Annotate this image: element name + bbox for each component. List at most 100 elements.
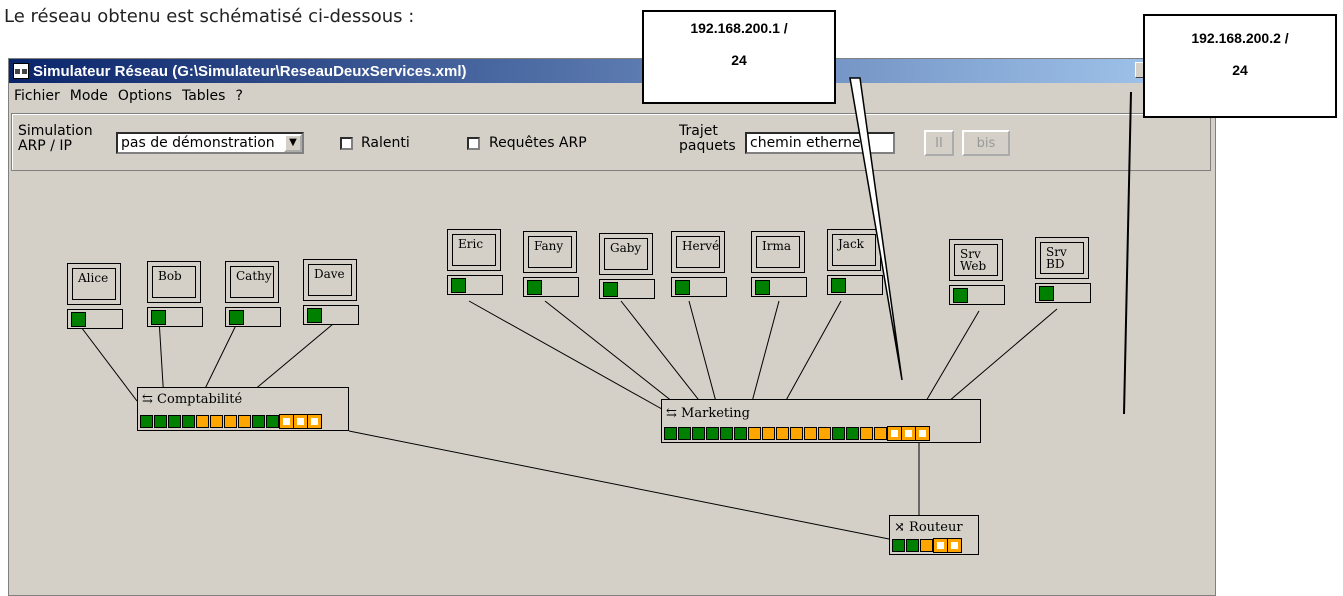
host-screen: Jack	[827, 229, 881, 271]
port-indicator	[804, 427, 817, 440]
port-indicator	[252, 415, 265, 428]
port-indicator	[196, 415, 209, 428]
simulator-window: Simulateur Réseau (G:\Simulateur\ReseauD…	[8, 58, 1216, 596]
trajet-label: Trajet paquets	[679, 123, 736, 154]
port-indicator	[238, 415, 251, 428]
port-indicator	[892, 539, 905, 552]
port-indicator	[790, 427, 803, 440]
host-screen: Fany	[523, 231, 577, 273]
host-screen: Irma	[751, 231, 805, 273]
menu-mode[interactable]: Mode	[65, 88, 113, 104]
port-indicator	[664, 427, 677, 440]
router-routeur[interactable]: ⤨ Routeur	[889, 515, 979, 555]
switch-arrows-icon: ⇆	[666, 406, 677, 421]
ip-callout-right: 192.168.200.2 /24	[1143, 14, 1337, 118]
host-screen: Cathy	[225, 261, 279, 303]
port-indicator	[154, 415, 167, 428]
requetes-arp-label: Requêtes ARP	[489, 135, 587, 151]
caption-text: Le réseau obtenu est schématisé ci-desso…	[4, 6, 415, 27]
port-indicator	[168, 415, 181, 428]
port-indicator	[210, 415, 223, 428]
port-indicator	[776, 427, 789, 440]
ralenti-label: Ralenti	[361, 135, 410, 151]
toolbar: Simulation ARP / IP pas de démonstration …	[11, 113, 1211, 171]
port-indicator	[920, 539, 933, 552]
port-indicator	[307, 414, 322, 429]
port-indicator	[678, 427, 691, 440]
switch-comptabilite[interactable]: ⇆ Comptabilité	[137, 387, 349, 431]
host-screen: Gaby	[599, 233, 653, 275]
network-card-icon	[303, 305, 359, 325]
network-card-icon	[949, 285, 1005, 305]
port-indicator	[860, 427, 873, 440]
port-indicator	[266, 415, 279, 428]
switch-label: ⇆ Comptabilité	[142, 392, 243, 407]
network-card-icon	[447, 275, 503, 295]
switch-label: ⇆ Marketing	[666, 406, 750, 421]
requetes-arp-checkbox[interactable]	[467, 137, 480, 150]
port-indicator	[846, 427, 859, 440]
host-screen: Bob	[147, 261, 201, 303]
port-indicator	[279, 414, 294, 429]
port-indicator	[692, 427, 705, 440]
network-card-icon	[827, 275, 883, 295]
menu-fichier[interactable]: Fichier	[9, 88, 65, 104]
router-ports	[892, 538, 962, 553]
network-card-icon	[751, 277, 807, 297]
network-card-icon	[147, 307, 203, 327]
switch-marketing[interactable]: ⇆ Marketing	[661, 399, 981, 443]
host-screen: Srv BD	[1035, 237, 1089, 279]
port-indicator	[748, 427, 761, 440]
switch-arrows-icon: ⇆	[142, 392, 153, 407]
port-indicator	[947, 538, 962, 553]
port-indicator	[293, 414, 308, 429]
port-indicator	[818, 427, 831, 440]
dropdown-arrow-icon[interactable]: ▼	[284, 134, 302, 152]
trajet-select[interactable]: chemin ethernet	[745, 132, 895, 154]
port-indicator	[224, 415, 237, 428]
port-indicator	[874, 427, 887, 440]
port-indicator	[887, 426, 902, 441]
menu-bar: Fichier Mode Options Tables ?	[9, 85, 248, 107]
host-screen: Hervé	[671, 231, 725, 273]
port-indicator	[720, 427, 733, 440]
ip-callout-left: 192.168.200.1 /24	[642, 10, 836, 104]
network-card-icon	[599, 279, 655, 299]
menu-tables[interactable]: Tables	[177, 88, 231, 104]
host-screen: Alice	[67, 263, 121, 305]
port-indicator	[140, 415, 153, 428]
port-indicator	[734, 427, 747, 440]
port-indicator	[706, 427, 719, 440]
simulation-label: Simulation ARP / IP	[18, 123, 93, 154]
switch-ports	[140, 414, 322, 429]
port-indicator	[832, 427, 845, 440]
router-icon: ⤨	[894, 520, 905, 535]
network-card-icon	[671, 277, 727, 297]
title-bar: Simulateur Réseau (G:\Simulateur\ReseauD…	[9, 59, 1215, 83]
window-title: Simulateur Réseau (G:\Simulateur\ReseauD…	[33, 62, 467, 80]
network-card-icon	[67, 309, 123, 329]
port-indicator	[906, 539, 919, 552]
bis-button[interactable]: bis	[962, 130, 1010, 156]
menu-options[interactable]: Options	[113, 88, 177, 104]
port-indicator	[915, 426, 930, 441]
network-card-icon	[523, 277, 579, 297]
ralenti-checkbox[interactable]	[340, 137, 353, 150]
network-card-icon	[1035, 283, 1091, 303]
port-indicator	[933, 538, 948, 553]
network-app-icon	[13, 63, 29, 79]
switch-ports	[664, 426, 930, 441]
network-canvas: Alice Bob Cathy Dave Eric Fany Gaby Herv…	[9, 181, 1215, 595]
trajet-select-value: chemin ethernet	[750, 135, 867, 151]
network-card-icon	[225, 307, 281, 327]
host-screen: Srv Web	[949, 239, 1003, 281]
switch-label: ⤨ Routeur	[894, 520, 963, 535]
simulation-select-value: pas de démonstration	[121, 135, 275, 151]
simulation-select[interactable]: pas de démonstration ▼	[116, 132, 304, 154]
pause-button[interactable]: II	[924, 130, 954, 156]
port-indicator	[762, 427, 775, 440]
host-screen: Eric	[447, 229, 501, 271]
port-indicator	[182, 415, 195, 428]
port-indicator	[901, 426, 916, 441]
menu-help[interactable]: ?	[230, 88, 247, 104]
